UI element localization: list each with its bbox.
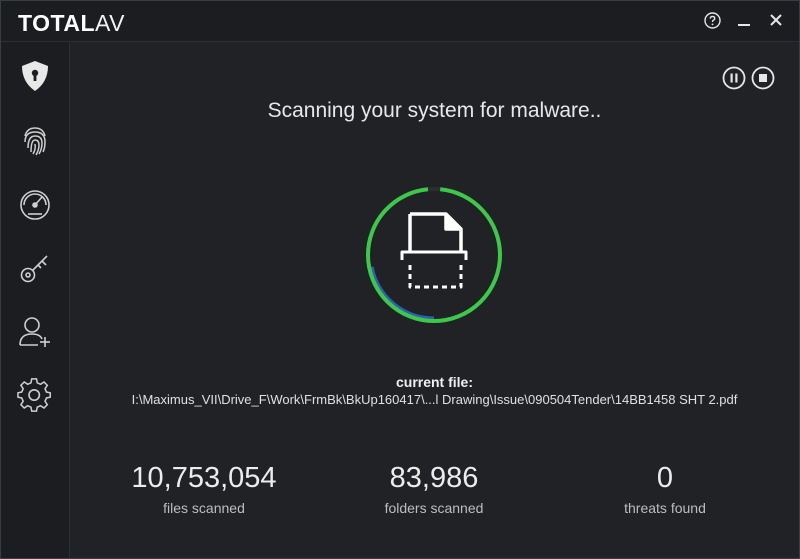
pause-icon (722, 66, 746, 90)
sidebar-item-identity[interactable] (1, 108, 69, 172)
logo-bold-text: TOTAL (18, 10, 96, 36)
stat-threats-found: 0 threats found (565, 460, 765, 516)
question-circle-icon (703, 11, 721, 29)
folders-scanned-label: folders scanned (384, 500, 484, 516)
stop-icon (751, 66, 775, 90)
current-file-path: I:\Maximus_VII\Drive_F\Work\FrmBk\BkUp16… (131, 392, 738, 407)
app-logo: TOTALAV (18, 10, 125, 37)
title-bar: TOTALAV (1, 1, 799, 42)
pause-button[interactable] (722, 66, 746, 90)
fingerprint-icon (24, 127, 46, 156)
files-scanned-label: files scanned (163, 500, 245, 516)
app-window: TOTALAV Scanning your system for malware… (0, 0, 800, 559)
stat-files-scanned: 10,753,054 files scanned (104, 460, 304, 516)
threats-found-label: threats found (624, 500, 706, 516)
close-button[interactable] (767, 11, 785, 29)
threats-found-count: 0 (656, 462, 674, 494)
document-scan-icon (400, 212, 468, 289)
shield-icon (22, 61, 48, 91)
add-user-icon (19, 317, 50, 347)
files-scanned-count: 10,753,054 (131, 462, 277, 494)
scan-progress-ring (362, 183, 506, 327)
sidebar-item-antivirus[interactable] (1, 44, 69, 108)
close-icon (770, 14, 782, 26)
scan-heading: Scanning your system for malware.. (267, 99, 602, 122)
progress-inner-arc (369, 190, 499, 320)
current-file-label: current file: (395, 374, 473, 390)
progress-arc (366, 187, 502, 323)
gear-icon (17, 378, 52, 412)
logo-light-text: AV (95, 10, 126, 36)
sidebar-item-passwords[interactable] (1, 236, 69, 300)
scan-panel: Scanning your system for malware.. curre… (70, 42, 799, 558)
key-icon (20, 255, 48, 283)
sidebar-item-settings[interactable] (1, 364, 69, 428)
stop-button[interactable] (751, 66, 775, 90)
sidebar (1, 42, 70, 558)
sidebar-item-accounts[interactable] (1, 300, 69, 364)
minimize-icon (738, 24, 750, 26)
help-button[interactable] (703, 11, 721, 29)
sidebar-item-performance[interactable] (1, 172, 69, 236)
folders-scanned-count: 83,986 (389, 462, 479, 494)
window-controls (703, 11, 785, 29)
stat-folders-scanned: 83,986 folders scanned (334, 460, 534, 516)
speedometer-icon (20, 190, 50, 220)
minimize-button[interactable] (735, 11, 753, 29)
